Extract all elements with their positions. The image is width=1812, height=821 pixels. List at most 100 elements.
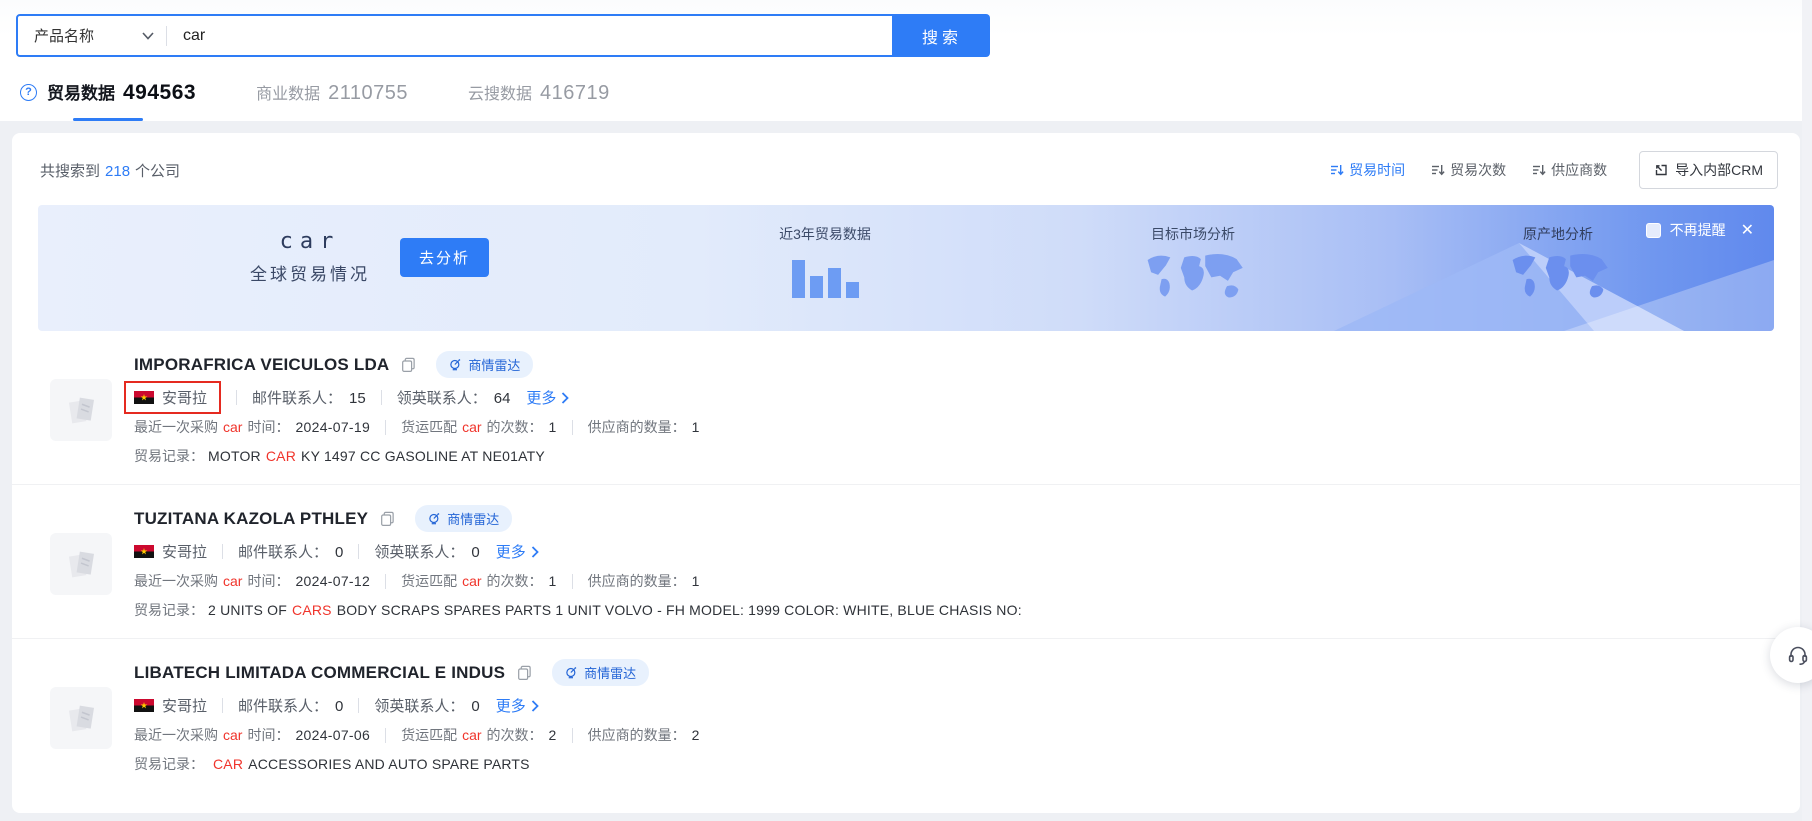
world-map-icon [1478, 253, 1638, 304]
linkedin-contacts: 领英联系人：64 [397, 387, 511, 408]
search-bar: 产品名称 搜索 [16, 14, 1812, 57]
placeholder-logo-icon [60, 697, 102, 739]
results-card: 共搜索到 218 个公司 贸易时间 贸易次数 供应商数 导入内部CRM [12, 133, 1800, 813]
company-logo-placeholder [50, 379, 112, 441]
scrollbar-track[interactable] [1802, 0, 1812, 821]
sort-trade-count[interactable]: 贸易次数 [1431, 160, 1506, 180]
sort-icon [1532, 163, 1546, 177]
results-count-text: 共搜索到 218 个公司 [40, 160, 180, 181]
banner-dismiss: 不再提醒 ✕ [1646, 220, 1754, 240]
import-crm-label: 导入内部CRM [1675, 160, 1763, 180]
results-header: 共搜索到 218 个公司 贸易时间 贸易次数 供应商数 导入内部CRM [12, 133, 1800, 203]
banner-promo: car 全球贸易情况 去分析 [250, 229, 489, 285]
banner-chart-title: 近3年贸易数据 [750, 224, 900, 244]
linkedin-contacts: 领英联系人：0 [374, 541, 479, 562]
placeholder-logo-icon [60, 543, 102, 585]
search-field-label: 产品名称 [34, 25, 94, 46]
company-row: TUZITANA KAZOLA PTHLEY 商情雷达 安哥拉 [12, 485, 1800, 639]
badge-label: 商情雷达 [468, 355, 520, 374]
angola-flag-icon [134, 391, 154, 404]
results-count-prefix: 共搜索到 [40, 163, 100, 180]
search-input[interactable] [167, 27, 892, 45]
copy-icon[interactable] [380, 511, 395, 526]
country-chip: 安哥拉 [134, 541, 207, 562]
sort-label: 贸易次数 [1450, 160, 1506, 180]
sort-icon [1431, 163, 1445, 177]
more-link[interactable]: 更多 [496, 541, 539, 562]
banner-origin-title: 原产地分析 [1478, 224, 1638, 244]
sort-label: 贸易时间 [1349, 160, 1405, 180]
banner-promo-text: car 全球贸易情况 [250, 229, 370, 285]
chevron-down-icon [142, 32, 154, 40]
country-chip-annotated[interactable]: 安哥拉 [124, 381, 221, 414]
banner-close-icon[interactable]: ✕ [1741, 220, 1754, 240]
company-name[interactable]: LIBATECH LIMITADA COMMERCIAL E INDUS [134, 663, 505, 683]
business-radar-badge[interactable]: 商情雷达 [436, 351, 533, 378]
banner-keyword: car [280, 229, 341, 254]
tab-count: 2110755 [328, 82, 408, 105]
help-question-icon[interactable]: ? [20, 84, 37, 101]
tab-count: 416719 [540, 82, 610, 105]
placeholder-logo-icon [60, 389, 102, 431]
email-contacts: 邮件联系人：15 [252, 387, 366, 408]
more-link[interactable]: 更多 [526, 387, 569, 408]
linkedin-contacts: 领英联系人：0 [374, 695, 479, 716]
chevron-right-icon [531, 700, 539, 712]
data-tabs: ? 贸易数据 494563 商业数据 2110755 云搜数据 416719 [16, 79, 1812, 121]
country-chip: 安哥拉 [134, 695, 207, 716]
results-count-value: 218 [105, 163, 130, 180]
dont-remind-label: 不再提醒 [1670, 220, 1726, 240]
email-contacts: 邮件联系人：0 [238, 541, 343, 562]
trade-record: 贸易记录：2 UNITS OFCARSBODY SCRAPS SPARES PA… [134, 600, 1022, 620]
company-stats: 最近一次采购car时间：2024-07-19 货运匹配car的次数：1 供应商的… [134, 417, 700, 437]
tab-label: 商业数据 [256, 80, 320, 104]
tab-cloud-search-data[interactable]: 云搜数据 416719 [468, 80, 610, 105]
trade-record: 贸易记录：MOTORCARKY 1497 CC GASOLINE AT NE01… [134, 446, 700, 466]
angola-flag-icon [134, 699, 154, 712]
sort-trade-time[interactable]: 贸易时间 [1330, 160, 1405, 180]
company-row: LIBATECH LIMITADA COMMERCIAL E INDUS 商情雷… [12, 639, 1800, 792]
search-box: 产品名称 [16, 14, 894, 57]
tab-business-data[interactable]: 商业数据 2110755 [256, 80, 408, 105]
company-name[interactable]: IMPORAFRICA VEICULOS LDA [134, 355, 389, 375]
angola-flag-icon [134, 545, 154, 558]
email-contacts: 邮件联系人：0 [238, 695, 343, 716]
tab-trade-data[interactable]: ? 贸易数据 494563 [20, 79, 196, 105]
search-field-select[interactable]: 产品名称 [18, 25, 166, 46]
import-icon [1654, 163, 1668, 177]
radar-icon [428, 512, 441, 525]
trade-record: 贸易记录：CARACCESSORIES AND AUTO SPARE PARTS [134, 754, 700, 774]
sort-supplier-count[interactable]: 供应商数 [1532, 160, 1607, 180]
analysis-banner: car 全球贸易情况 去分析 近3年贸易数据 目标市场分析 [38, 205, 1774, 331]
business-radar-badge[interactable]: 商情雷达 [415, 505, 512, 532]
more-link[interactable]: 更多 [496, 695, 539, 716]
copy-icon[interactable] [517, 665, 532, 680]
trade-search-page: 产品名称 搜索 ? 贸易数据 494563 商业数据 2110755 云搜数据 … [0, 0, 1812, 821]
company-stats: 最近一次采购car时间：2024-07-12 货运匹配car的次数：1 供应商的… [134, 571, 1022, 591]
import-crm-button[interactable]: 导入内部CRM [1639, 151, 1778, 189]
badge-label: 商情雷达 [584, 663, 636, 682]
header: 产品名称 搜索 ? 贸易数据 494563 商业数据 2110755 云搜数据 … [0, 0, 1812, 121]
sort-icon [1330, 163, 1344, 177]
dont-remind-checkbox[interactable] [1646, 223, 1661, 238]
country-name: 安哥拉 [162, 541, 207, 562]
analyze-button[interactable]: 去分析 [400, 238, 489, 277]
banner-section-target-market: 目标市场分析 [1108, 224, 1278, 304]
country-name: 安哥拉 [162, 387, 207, 408]
banner-section-trade-3y: 近3年贸易数据 [750, 224, 900, 298]
company-logo-placeholder [50, 533, 112, 595]
mini-bar-chart [750, 254, 900, 298]
tab-label: 贸易数据 [47, 79, 115, 104]
copy-icon[interactable] [401, 357, 416, 372]
badge-label: 商情雷达 [447, 509, 499, 528]
banner-subtitle: 全球贸易情况 [250, 260, 370, 285]
results-count-suffix: 个公司 [135, 163, 180, 180]
company-name[interactable]: TUZITANA KAZOLA PTHLEY [134, 509, 368, 529]
company-list: IMPORAFRICA VEICULOS LDA 商情雷达 安哥拉 [12, 331, 1800, 792]
tab-count: 494563 [123, 81, 196, 105]
sort-label: 供应商数 [1551, 160, 1607, 180]
search-button[interactable]: 搜索 [894, 14, 990, 57]
country-name: 安哥拉 [162, 695, 207, 716]
company-row: IMPORAFRICA VEICULOS LDA 商情雷达 安哥拉 [12, 331, 1800, 485]
business-radar-badge[interactable]: 商情雷达 [552, 659, 649, 686]
